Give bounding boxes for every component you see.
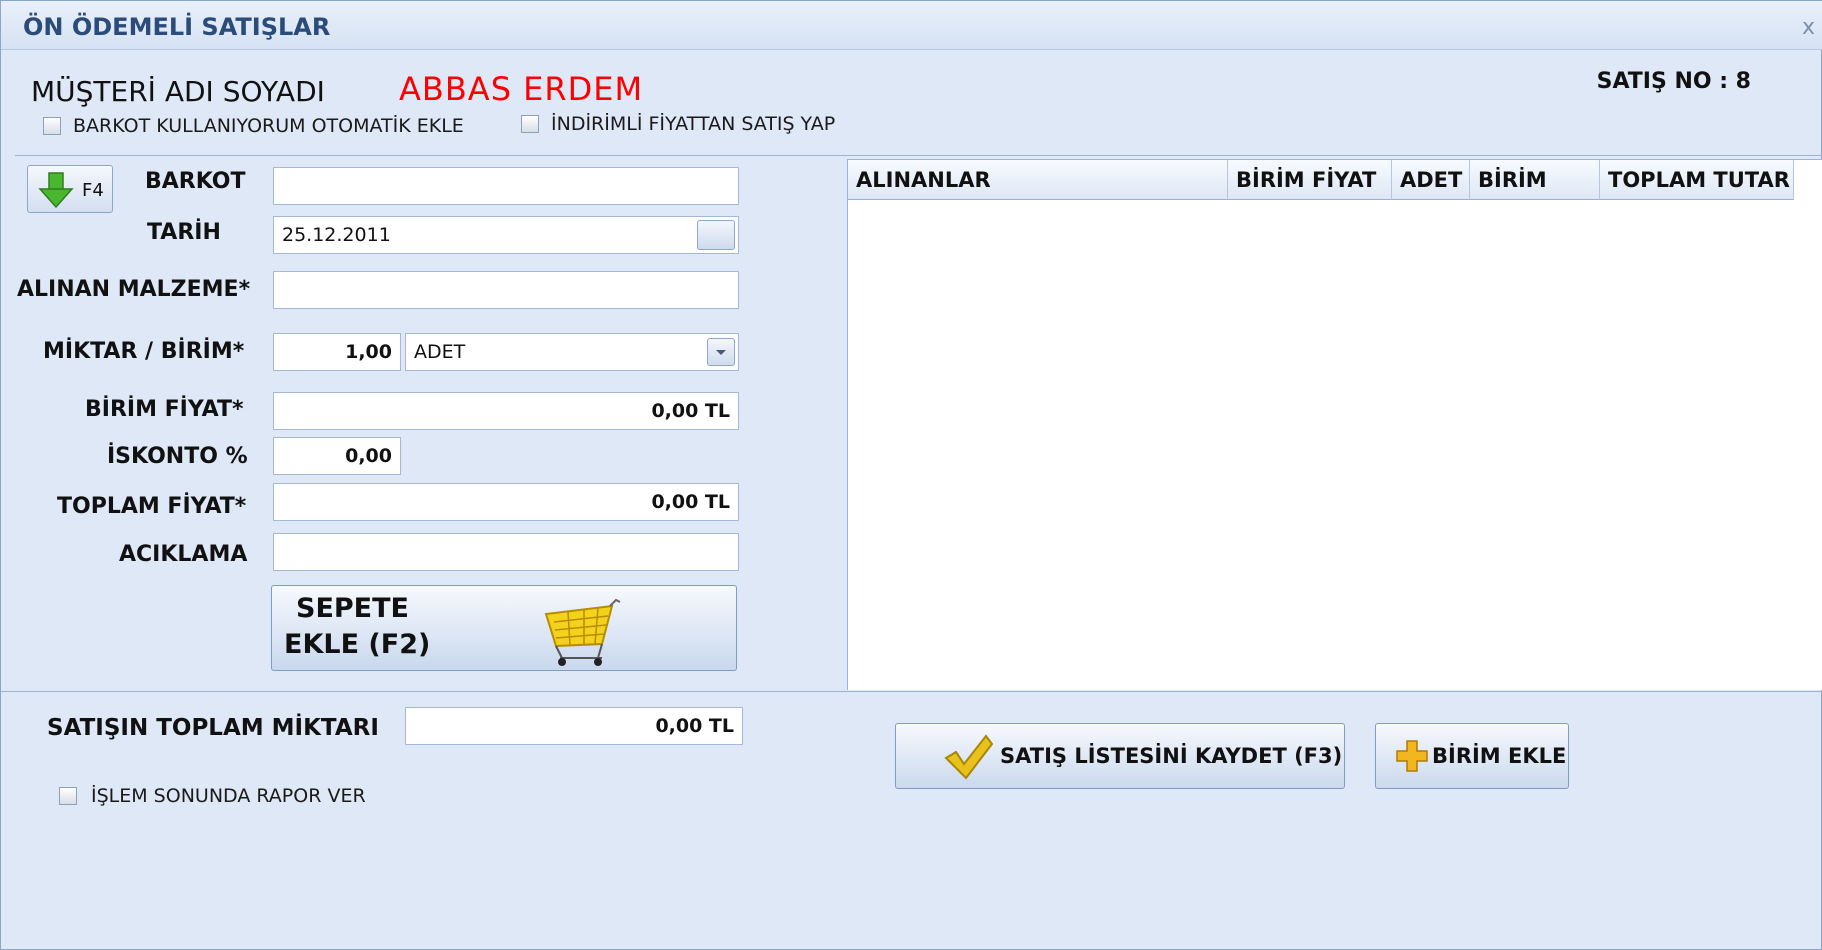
date-input[interactable]: 25.12.2011 — [273, 216, 739, 254]
item-input[interactable] — [273, 271, 739, 309]
save-sale-list-button[interactable]: SATIŞ LİSTESİNİ KAYDET (F3) — [895, 723, 1345, 789]
customer-label: MÜŞTERİ ADI SOYADI — [31, 75, 325, 108]
column-header-total[interactable]: TOPLAM TUTAR — [1600, 160, 1794, 200]
add-to-cart-line1: SEPETE — [296, 593, 409, 624]
date-value: 25.12.2011 — [282, 224, 391, 246]
item-label: ALINAN MALZEME* — [17, 277, 251, 302]
description-label: ACIKLAMA — [119, 542, 248, 567]
barcode-input[interactable] — [273, 167, 739, 205]
report-label: İŞLEM SONUNDA RAPOR VER — [91, 785, 366, 807]
discount-price-sale-checkbox[interactable] — [521, 115, 539, 133]
save-sale-list-label: SATIŞ LİSTESİNİ KAYDET (F3) — [1000, 744, 1343, 768]
check-mark-icon — [944, 734, 994, 780]
qty-input[interactable]: 1,00 — [273, 333, 401, 371]
sale-number: SATIŞ NO : 8 — [1596, 69, 1751, 94]
calendar-icon[interactable] — [697, 220, 735, 250]
unit-value: ADET — [414, 341, 466, 363]
discount-price-sale-label: İNDİRİMLİ FİYATTAN SATIŞ YAP — [551, 113, 836, 135]
unit-price-label: BİRİM FİYAT* — [85, 397, 244, 422]
close-icon[interactable]: x — [1802, 15, 1815, 40]
f4-button[interactable]: F4 — [27, 165, 113, 213]
unit-price-input[interactable]: 0,00 TL — [273, 392, 739, 430]
footer-divider — [1, 691, 1822, 692]
add-unit-label: BİRİM EKLE — [1432, 744, 1567, 768]
barcode-auto-add-label: BARKOT KULLANIYORUM OTOMATİK EKLE — [73, 115, 464, 137]
window-title: ÖN ÖDEMELİ SATIŞLAR — [23, 13, 331, 41]
shopping-cart-icon — [544, 598, 621, 666]
unit-select[interactable]: ADET — [405, 333, 739, 371]
add-to-cart-line2: EKLE (F2) — [284, 629, 431, 660]
customer-name: ABBAS ERDEM — [399, 70, 644, 108]
total-price-input[interactable]: 0,00 TL — [273, 483, 739, 521]
column-header-items[interactable]: ALINANLAR — [848, 160, 1228, 200]
column-header-qty[interactable]: ADET — [1392, 160, 1470, 200]
f4-label: F4 — [82, 180, 104, 201]
down-arrow-icon — [38, 172, 74, 209]
sales-window: ÖN ÖDEMELİ SATIŞLAR x MÜŞTERİ ADI SOYADI… — [0, 0, 1822, 950]
qty-unit-label: MİKTAR / BİRİM* — [43, 339, 245, 364]
discount-input[interactable]: 0,00 — [273, 437, 401, 475]
discount-label: İSKONTO % — [107, 444, 248, 469]
plus-icon — [1396, 740, 1428, 772]
sale-total-label: SATIŞIN TOPLAM MİKTARI — [47, 715, 379, 741]
barcode-auto-add-checkbox[interactable] — [43, 117, 61, 135]
column-header-unit[interactable]: BİRİM — [1470, 160, 1600, 200]
barcode-label: BARKOT — [145, 169, 246, 194]
report-checkbox[interactable] — [59, 787, 77, 805]
dropdown-arrow-icon[interactable] — [707, 338, 735, 366]
items-grid[interactable]: ALINANLAR BİRİM FİYAT ADET BİRİM TOPLAM … — [847, 159, 1822, 690]
sale-total-input[interactable]: 0,00 TL — [405, 707, 743, 745]
total-price-label: TOPLAM FİYAT* — [57, 494, 247, 519]
date-label: TARİH — [147, 220, 221, 245]
add-to-cart-button[interactable]: SEPETE EKLE (F2) — [271, 585, 737, 671]
add-unit-button[interactable]: BİRİM EKLE — [1375, 723, 1569, 789]
column-header-unit-price[interactable]: BİRİM FİYAT — [1228, 160, 1392, 200]
customer-header: MÜŞTERİ ADI SOYADI ABBAS ERDEM SATIŞ NO … — [15, 59, 1822, 156]
description-input[interactable] — [273, 533, 739, 571]
title-bar: ÖN ÖDEMELİ SATIŞLAR x — [1, 1, 1822, 50]
